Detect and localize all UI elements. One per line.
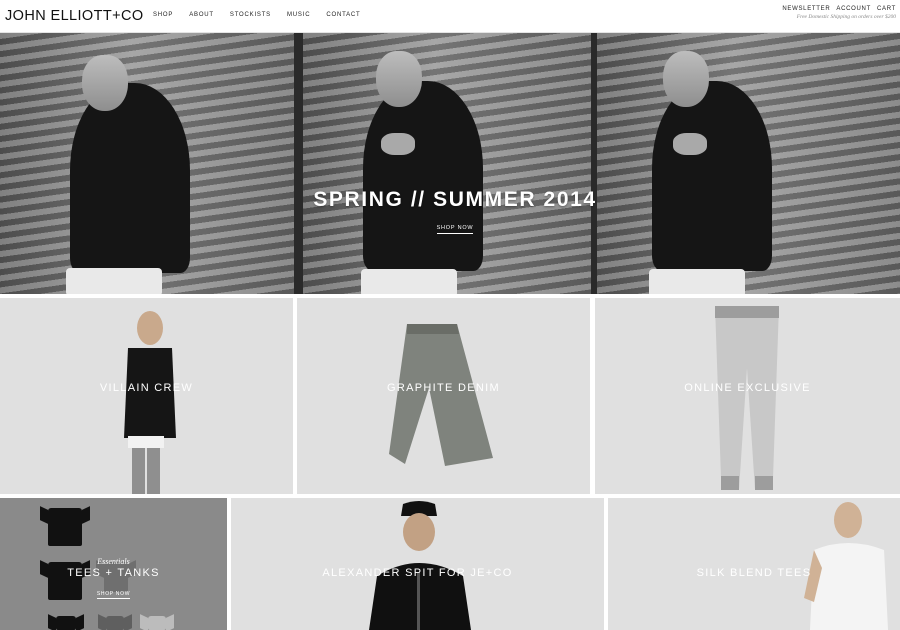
cart-link[interactable]: CART (877, 6, 896, 12)
nav-shop[interactable]: SHOP (153, 12, 173, 18)
villain-crew-model-image (124, 311, 176, 494)
villain-crew-label: VILLAIN CREW (99, 382, 194, 394)
main-nav: SHOP ABOUT STOCKISTS MUSIC CONTACT (153, 12, 377, 18)
account-link[interactable]: ACCOUNT (836, 6, 871, 12)
tile-silk-blend-tees[interactable]: SILK BLEND TEES (608, 498, 900, 630)
hero-shop-now[interactable]: SHOP NOW (0, 216, 900, 234)
nav-contact[interactable]: CONTACT (326, 12, 360, 18)
online-exclusive-pants-image (715, 306, 779, 490)
shipping-note: Free Domestic Shipping on orders over $2… (796, 14, 896, 20)
hero-photo-right (597, 33, 900, 294)
nav-stockists[interactable]: STOCKISTS (230, 12, 271, 18)
hero-banner[interactable]: SPRING // SUMMER 2014 SHOP NOW (0, 33, 900, 294)
nav-about[interactable]: ABOUT (189, 12, 214, 18)
tile-graphite-denim[interactable]: GRAPHITE DENIM (297, 298, 590, 494)
alexander-spit-label: ALEXANDER SPIT FOR JE+CO (322, 567, 513, 579)
graphite-denim-label: GRAPHITE DENIM (387, 382, 500, 394)
tile-villain-crew[interactable]: VILLAIN CREW (0, 298, 293, 494)
tees-shop-now[interactable]: SHOP NOW (0, 582, 227, 600)
hero-divider (294, 33, 303, 294)
graphite-denim-image (389, 324, 493, 466)
tile-online-exclusive[interactable]: ONLINE EXCLUSIVE (595, 298, 900, 494)
tank-thumbnail (56, 616, 76, 630)
tee-thumbnail (48, 508, 82, 546)
silk-blend-tees-label: SILK BLEND TEES (696, 567, 812, 579)
tank-thumbnail (148, 616, 166, 630)
tees-tanks-label: TEES + TANKS (67, 567, 160, 579)
nav-music[interactable]: MUSIC (287, 12, 310, 18)
online-exclusive-label: ONLINE EXCLUSIVE (684, 382, 811, 394)
utility-nav: NEWSLETTER ACCOUNT CART Free Domestic Sh… (782, 6, 896, 20)
essentials-script-label: Essentials (97, 557, 130, 566)
tank-thumbnail (106, 616, 124, 630)
tile-tees-tanks[interactable]: Essentials TEES + TANKS SHOP NOW (0, 498, 227, 630)
hero-photo-left (0, 33, 294, 294)
site-header: JOHN ELLIOTT+CO SHOP ABOUT STOCKISTS MUS… (0, 0, 900, 33)
newsletter-link[interactable]: NEWSLETTER (782, 6, 830, 12)
tile-alexander-spit[interactable]: ALEXANDER SPIT FOR JE+CO (231, 498, 604, 630)
brand-logo[interactable]: JOHN ELLIOTT+CO (5, 8, 144, 24)
tees-shop-now-label[interactable]: SHOP NOW (96, 591, 131, 599)
hero-photo-center (303, 33, 597, 294)
hero-title: SPRING // SUMMER 2014 (313, 188, 597, 211)
alexander-spit-portrait (369, 501, 471, 630)
hero-shop-now-label[interactable]: SHOP NOW (436, 225, 474, 234)
silk-blend-model-image (804, 502, 888, 630)
